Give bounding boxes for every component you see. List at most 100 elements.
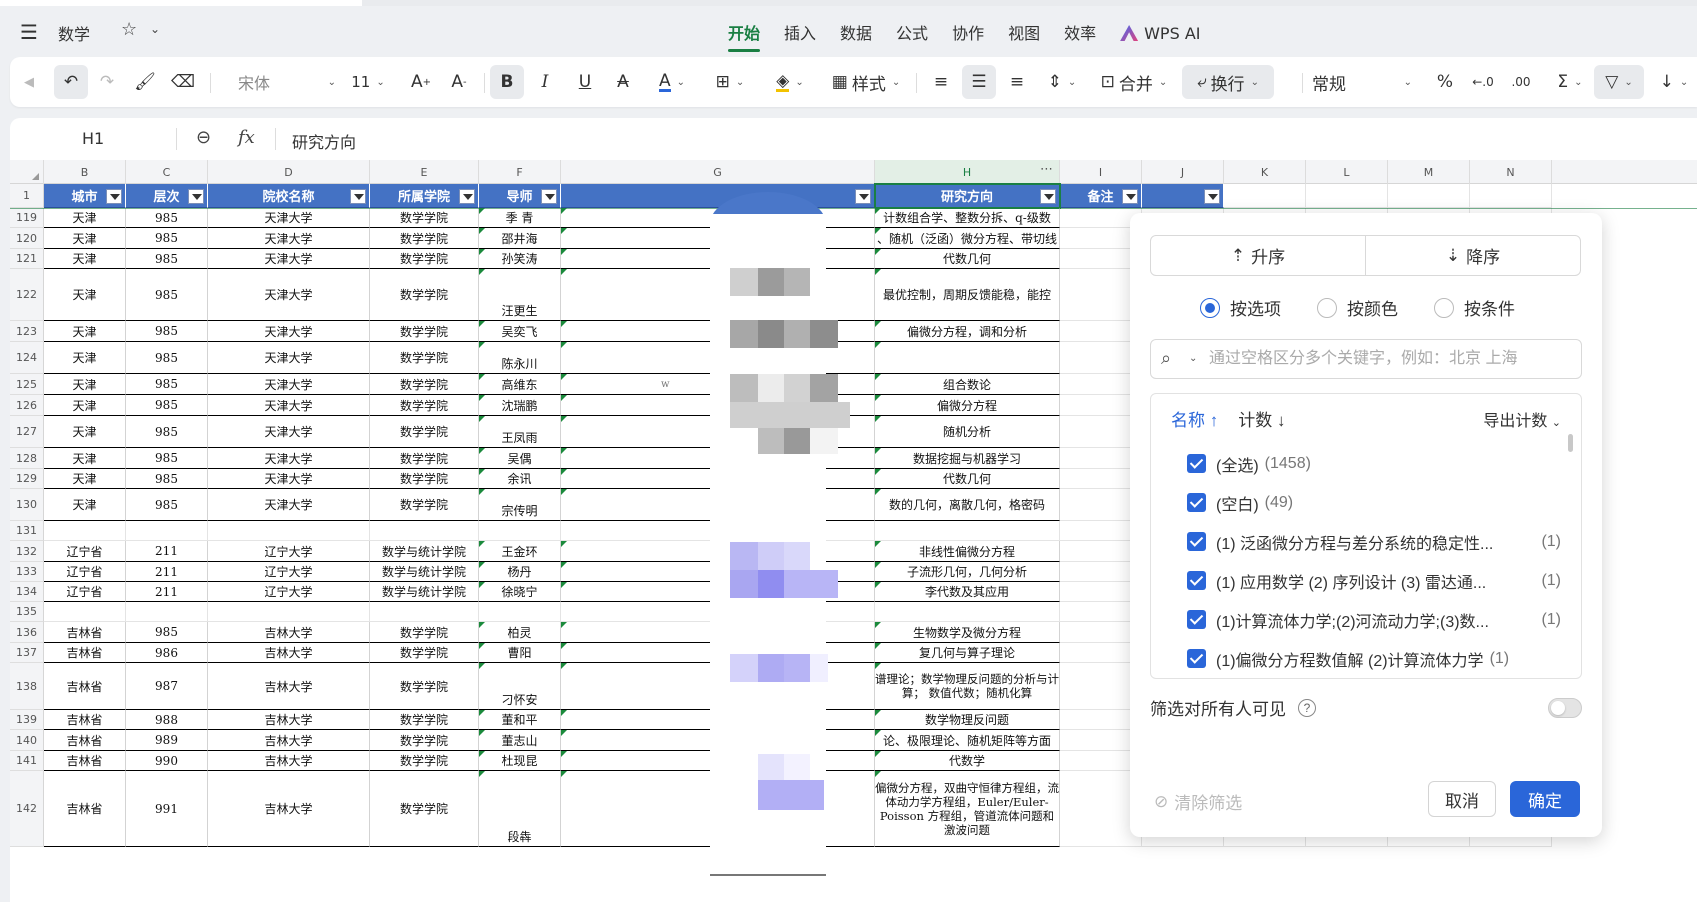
filter-dropdown-icon[interactable]: [188, 189, 204, 204]
row-header[interactable]: 132: [10, 541, 44, 562]
grid-cell[interactable]: [370, 602, 479, 622]
column-header-g[interactable]: G: [561, 160, 875, 184]
header-cell[interactable]: 院校名称: [208, 184, 370, 208]
grid-cell[interactable]: 谱理论；数学物理反问题的分析与计算； 数值代数；随机化算: [875, 663, 1060, 710]
cancel-button[interactable]: 取消: [1428, 781, 1496, 817]
grid-cell[interactable]: 天津大学: [208, 228, 370, 249]
grid-cell[interactable]: 偏微分方程，调和分析: [875, 321, 1060, 342]
tab-efficiency[interactable]: 效率: [1052, 18, 1108, 48]
grid-cell[interactable]: 天津大学: [208, 395, 370, 416]
grid-cell[interactable]: 数的几何，离散几何，格密码: [875, 489, 1060, 521]
increase-decimal-icon[interactable]: ←.0: [1468, 65, 1498, 99]
grid-cell[interactable]: [479, 602, 561, 622]
grid-cell[interactable]: 余讯: [479, 469, 561, 489]
grid-cell[interactable]: 211: [126, 562, 208, 582]
fill-color-icon[interactable]: ◈ ⌄: [768, 65, 812, 99]
grid-cell[interactable]: 985: [126, 489, 208, 521]
grid-cell[interactable]: 天津: [44, 374, 126, 395]
grid-cell[interactable]: 段犇: [479, 771, 561, 847]
grid-cell[interactable]: [1388, 184, 1470, 208]
grid-cell[interactable]: 吉林大学: [208, 751, 370, 771]
grid-cell[interactable]: 天津大学: [208, 208, 370, 228]
grid-cell[interactable]: 沈瑞鹏: [479, 395, 561, 416]
grid-cell[interactable]: [875, 521, 1060, 541]
column-header-f[interactable]: F: [479, 160, 561, 184]
grid-cell[interactable]: 数学学院: [370, 374, 479, 395]
grid-cell[interactable]: 李代数及其应用: [875, 582, 1060, 602]
grid-cell[interactable]: 辽宁大学: [208, 582, 370, 602]
grid-cell[interactable]: 高维东: [479, 374, 561, 395]
grid-cell[interactable]: 数学学院: [370, 395, 479, 416]
grid-cell[interactable]: 数学学院: [370, 489, 479, 521]
grid-cell[interactable]: 天津: [44, 416, 126, 448]
grid-cell[interactable]: 数学学院: [370, 771, 479, 847]
header-cell[interactable]: 备注: [1060, 184, 1142, 208]
search-icon[interactable]: ⌕: [1161, 348, 1171, 369]
filter-list-item[interactable]: (1)数理金融与保险精算；(2)风险管理... (1): [1187, 678, 1577, 679]
underline-icon[interactable]: U: [570, 65, 600, 99]
document-title[interactable]: 数学: [58, 21, 90, 45]
export-count-button[interactable]: 导出计数 ⌄: [1483, 407, 1561, 431]
row-header[interactable]: 131: [10, 521, 44, 541]
header-cell[interactable]: [1142, 184, 1224, 208]
grid-cell[interactable]: 天津: [44, 489, 126, 521]
column-header-j[interactable]: J: [1142, 160, 1224, 184]
grid-cell[interactable]: 数学学院: [370, 751, 479, 771]
grid-cell[interactable]: 吉林省: [44, 730, 126, 751]
grid-cell[interactable]: [44, 521, 126, 541]
grid-cell[interactable]: 天津: [44, 395, 126, 416]
header-cell[interactable]: 导师: [479, 184, 561, 208]
grid-cell[interactable]: 数学与统计学院: [370, 582, 479, 602]
grid-cell[interactable]: 数学学院: [370, 730, 479, 751]
cell-reference-box[interactable]: H1: [82, 129, 104, 148]
grid-cell[interactable]: 天津: [44, 249, 126, 269]
grid-cell[interactable]: [875, 342, 1060, 374]
grid-cell[interactable]: 天津: [44, 228, 126, 249]
row-header[interactable]: 142: [10, 771, 44, 847]
list-scrollbar[interactable]: [1568, 434, 1573, 452]
filter-icon[interactable]: ▽ ⌄: [1594, 65, 1644, 99]
grid-cell[interactable]: 天津: [44, 448, 126, 469]
sort-ascending-button[interactable]: ⇡ 升序: [1151, 236, 1365, 275]
filter-list-item[interactable]: (全选) (1458): [1187, 444, 1577, 483]
column-header-n[interactable]: N: [1470, 160, 1552, 184]
grid-cell[interactable]: 吉林大学: [208, 730, 370, 751]
grid-cell[interactable]: 曹阳: [479, 643, 561, 663]
row-header[interactable]: 126: [10, 395, 44, 416]
grid-cell[interactable]: 数据挖掘与机器学习: [875, 448, 1060, 469]
grid-cell[interactable]: 辽宁大学: [208, 562, 370, 582]
grid-cell[interactable]: 数学学院: [370, 208, 479, 228]
header-cell[interactable]: 研究方向: [875, 184, 1060, 208]
hamburger-menu-icon[interactable]: ☰: [20, 20, 38, 44]
percent-icon[interactable]: %: [1430, 65, 1460, 99]
row-header[interactable]: 134: [10, 582, 44, 602]
grid-cell[interactable]: 985: [126, 321, 208, 342]
grid-cell[interactable]: 代数几何: [875, 249, 1060, 269]
row-header[interactable]: 139: [10, 710, 44, 730]
sort-descending-button[interactable]: ⇣ 降序: [1365, 236, 1580, 275]
row-header[interactable]: 127: [10, 416, 44, 448]
tab-formula[interactable]: 公式: [884, 18, 940, 48]
chevron-down-icon[interactable]: ⌄: [1189, 353, 1197, 364]
grid-cell[interactable]: 宗传明: [479, 489, 561, 521]
grid-cell[interactable]: 986: [126, 643, 208, 663]
filter-dropdown-icon[interactable]: [1204, 189, 1220, 204]
grid-cell[interactable]: 985: [126, 342, 208, 374]
grid-cell[interactable]: 天津大学: [208, 321, 370, 342]
wrap-text-button[interactable]: ⤶ 换行 ⌄: [1182, 65, 1274, 99]
grid-cell[interactable]: 天津大学: [208, 269, 370, 321]
column-header-h[interactable]: H ⋯: [875, 160, 1060, 184]
grid-cell[interactable]: 天津大学: [208, 342, 370, 374]
header-cell[interactable]: 城市: [44, 184, 126, 208]
checkbox-checked-icon[interactable]: [1187, 571, 1206, 590]
grid-cell[interactable]: 吉林大学: [208, 622, 370, 643]
grid-cell[interactable]: 辽宁省: [44, 541, 126, 562]
checkbox-checked-icon[interactable]: [1187, 610, 1206, 629]
grid-cell[interactable]: 吉林省: [44, 643, 126, 663]
grid-cell[interactable]: 偏微分方程，双曲守恒律方程组，流体动力学方程组，Euler/Euler-Pois…: [875, 771, 1060, 847]
radio-by-option[interactable]: 按选项: [1200, 295, 1281, 320]
grid-cell[interactable]: 数学学院: [370, 710, 479, 730]
grid-cell[interactable]: 董志山: [479, 730, 561, 751]
grid-cell[interactable]: 985: [126, 374, 208, 395]
zoom-out-icon[interactable]: ⊖: [196, 127, 211, 148]
